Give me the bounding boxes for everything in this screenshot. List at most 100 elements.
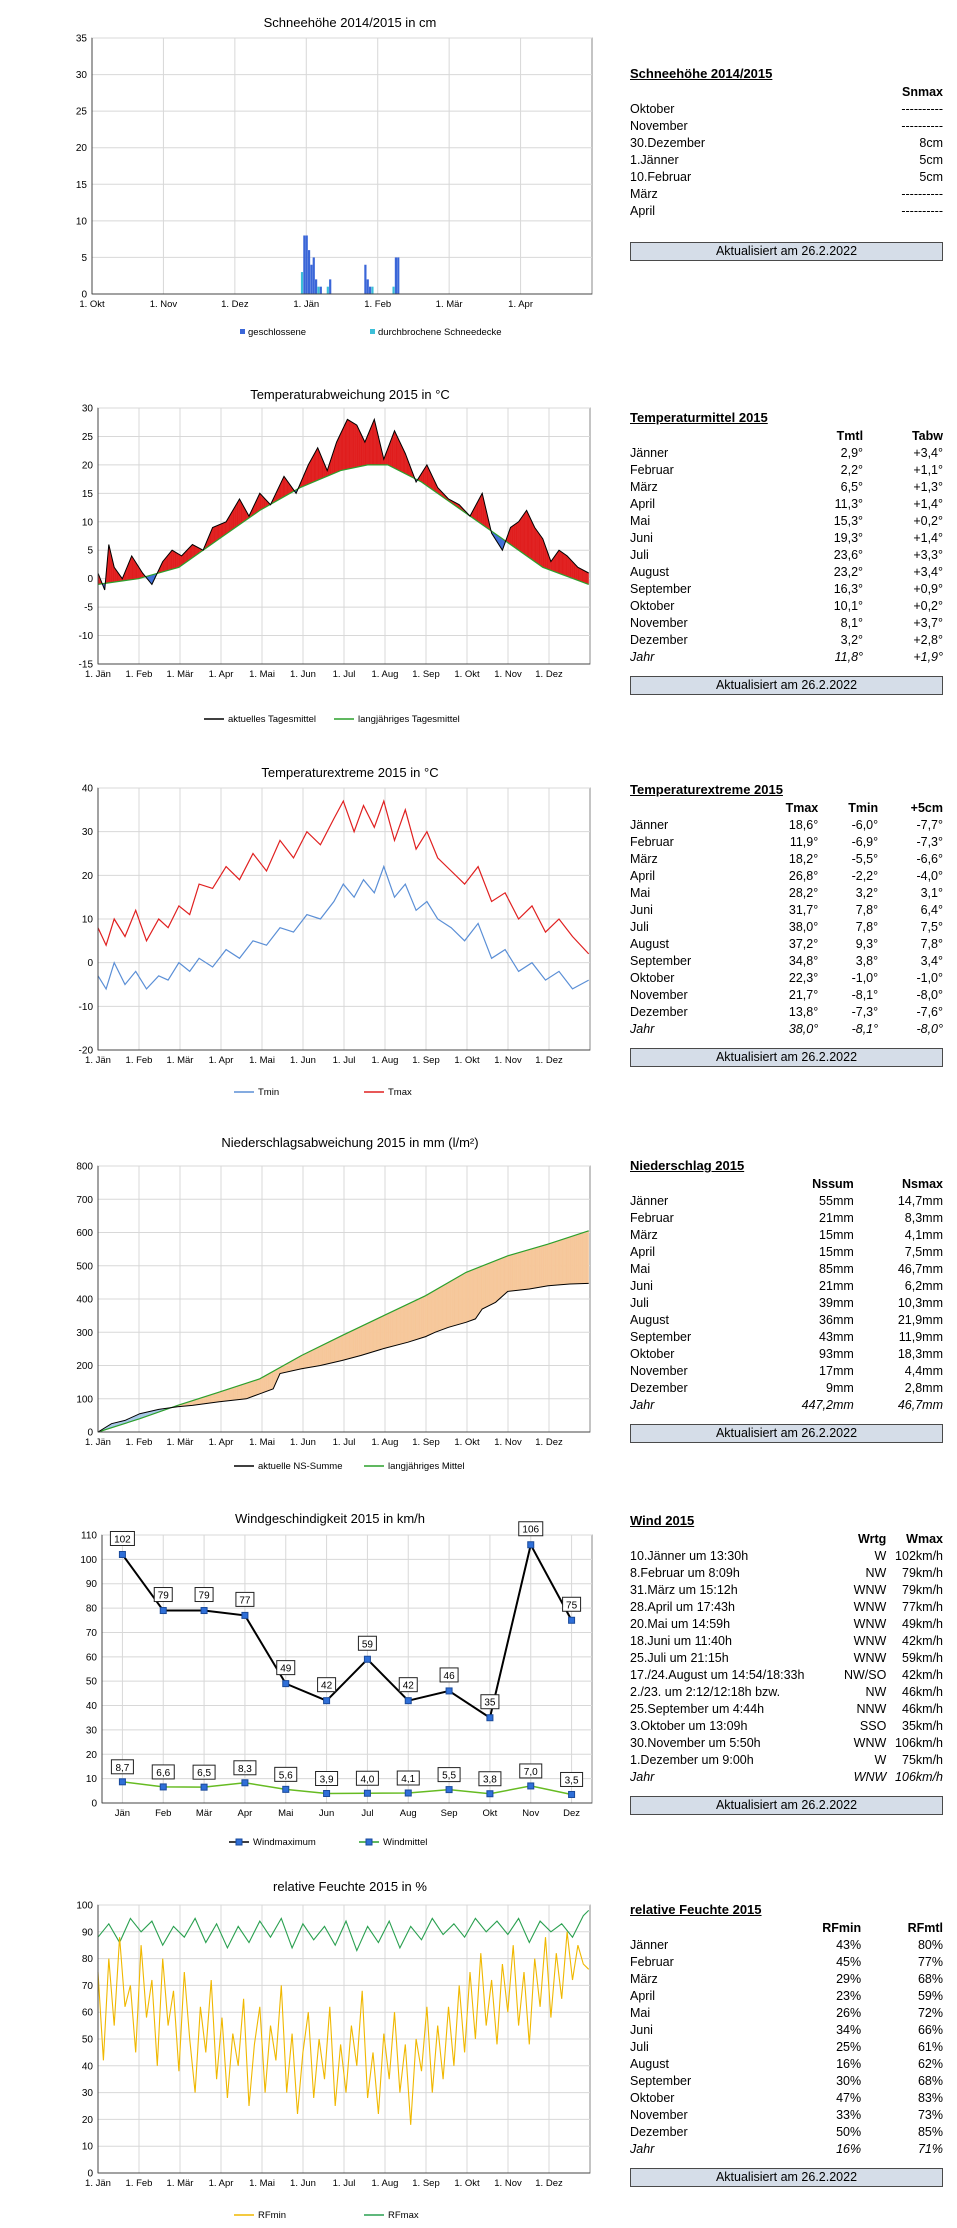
panel-title: Niederschlag 2015 <box>630 1158 745 1173</box>
table-row: 10.Februar 5cm <box>630 170 943 184</box>
deviation-area <box>238 498 240 526</box>
table-row: Mai 26% 72% <box>630 2006 943 2020</box>
x-tick-label: Dez <box>563 1808 580 1819</box>
deviation-area <box>482 1265 484 1310</box>
windmaximum-label: 106 <box>522 1525 539 1536</box>
x-tick-label: Aug <box>400 1808 417 1819</box>
deviation-area <box>541 536 543 568</box>
deviation-area <box>283 475 286 498</box>
deviation-area <box>546 1243 549 1287</box>
x-tick-label: 1. Jän <box>85 2178 111 2189</box>
x-tick-label: 1. Jän <box>85 669 111 680</box>
x-tick-label: 1. Jun <box>290 669 316 680</box>
deviation-area <box>469 1270 472 1322</box>
humidity-table: RFmin RFmtl Jänner 43% 80% Februar 45% 77% März 2… <box>630 1920 943 2158</box>
deviation-area <box>530 518 533 560</box>
x-tick-label: Jun <box>319 1808 334 1819</box>
windmaximum-label: 77 <box>239 1595 251 1606</box>
deviation-area <box>433 1289 436 1334</box>
deviation-area <box>550 1242 553 1286</box>
updated-badge: Aktualisiert am 26.2.2022 <box>630 676 943 695</box>
x-tick-label: 1. Apr <box>508 299 533 310</box>
deviation-area <box>366 1323 368 1355</box>
y-tick-label: 70 <box>82 1981 94 1992</box>
deviation-area <box>479 1266 481 1314</box>
table-row: Februar 11,9° -6,9° -7,3° <box>630 835 943 849</box>
y-tick-label: 800 <box>76 1162 93 1173</box>
wind-table: Wrtg Wmax 10.Jänner um 13:30h W 102km/h 8.Feb… <box>630 1531 943 1786</box>
table-row: Februar 45% 77% <box>630 1955 943 1969</box>
table-row: August 37,2° 9,3° 7,8° <box>630 937 943 951</box>
deviation-area <box>223 522 225 537</box>
bar <box>329 279 332 294</box>
updated-badge: Aktualisiert am 26.2.2022 <box>630 1424 943 1443</box>
y-tick-label: 10 <box>82 915 94 926</box>
deviation-area <box>174 551 177 569</box>
deviation-area <box>165 556 167 572</box>
deviation-area <box>422 1296 425 1338</box>
deviation-area <box>358 427 360 468</box>
deviation-area <box>503 1256 506 1296</box>
deviation-area <box>522 513 525 555</box>
deviation-area <box>224 1389 227 1402</box>
y-tick-label: 60 <box>82 2008 94 2019</box>
windmittel-label: 3,9 <box>320 1774 334 1785</box>
deviation-area <box>190 544 193 560</box>
table-row: 10.Jänner um 13:30h W 102km/h <box>630 1549 943 1563</box>
table-row: Jänner 43% 80% <box>630 1938 943 1952</box>
y-tick-label: 15 <box>82 489 94 500</box>
y-tick-label: 5 <box>87 546 93 557</box>
deviation-area <box>510 526 512 546</box>
deviation-area <box>348 419 351 470</box>
wind-section: Windgeschindigkeit 2015 in km/h 8,7 6,6 6,… <box>0 1505 957 1865</box>
x-tick-label: Okt <box>483 1808 498 1819</box>
x-tick-label: 1. Okt <box>79 299 105 310</box>
deviation-area <box>461 1273 464 1324</box>
deviation-area <box>564 553 566 577</box>
deviation-area <box>434 1289 437 1333</box>
deviation-area <box>541 1245 543 1288</box>
deviation-area <box>438 1286 441 1331</box>
legend-label: langjähriges Tagesmittel <box>358 714 460 725</box>
table-row: Oktober 22,3° -1,0° -1,0° <box>630 971 943 985</box>
x-tick-label: 1. Mai <box>249 1437 275 1448</box>
legend: RFmin RFmax <box>234 2210 419 2221</box>
x-tick-label: 1. Nov <box>494 1437 522 1448</box>
deviation-area <box>522 1250 525 1290</box>
bar <box>364 264 367 294</box>
deviation-area <box>345 1332 348 1360</box>
deviation-area <box>370 1321 372 1353</box>
deviation-area <box>228 1388 231 1401</box>
deviation-area <box>480 1265 483 1312</box>
deviation-area <box>316 447 318 482</box>
windmittel-label: 8,7 <box>115 1763 129 1774</box>
bar <box>307 250 311 294</box>
deviation-area <box>205 1395 208 1404</box>
deviation-area <box>221 1390 224 1402</box>
tempext-table: Tmax Tmin +5cm Jänner 18,6° -6,0° -7,7° Februar… <box>630 800 943 1038</box>
deviation-area <box>211 1394 213 1404</box>
deviation-area <box>394 1309 397 1346</box>
deviation-area <box>322 1343 325 1366</box>
deviation-area <box>294 1358 297 1371</box>
x-tick-label: 1. Aug <box>372 669 399 680</box>
table-row: März 18,2° -5,5° -6,6° <box>630 852 943 866</box>
y-tick-label: 10 <box>82 2142 94 2153</box>
deviation-area <box>332 1339 335 1363</box>
deviation-area <box>180 554 182 567</box>
windmittel-point <box>200 1783 208 1791</box>
deviation-area <box>473 1268 476 1320</box>
deviation-area <box>359 430 361 467</box>
table-row: Juli 25% 61% <box>630 2040 943 2054</box>
deviation-area <box>239 1384 242 1400</box>
deviation-area <box>371 1320 374 1353</box>
deviation-area <box>192 544 194 559</box>
table-row: Juni 19,3° +1,4° <box>630 531 943 545</box>
windmittel-point <box>241 1779 249 1787</box>
windmittel-point <box>323 1789 331 1797</box>
deviation-area <box>460 1274 463 1325</box>
table-row: April 15mm 7,5mm <box>630 1245 943 1259</box>
deviation-area <box>300 1355 302 1370</box>
table-row: 25.Juli um 21:15h WNW 59km/h <box>630 1651 943 1665</box>
chart-title: Temperaturabweichung 2015 in °C <box>250 387 450 402</box>
